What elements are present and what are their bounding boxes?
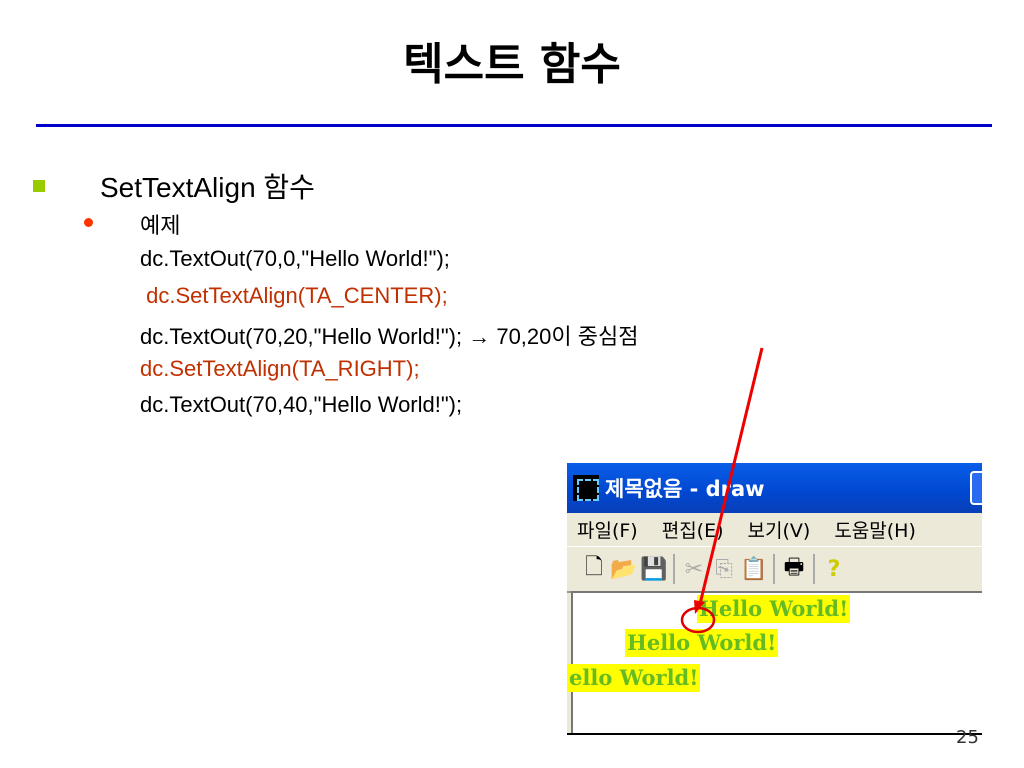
annotation-arrow [698, 347, 764, 605]
annotation-overlay [680, 347, 764, 634]
center-point-circle [680, 606, 716, 634]
page-number: 25 [956, 727, 979, 748]
